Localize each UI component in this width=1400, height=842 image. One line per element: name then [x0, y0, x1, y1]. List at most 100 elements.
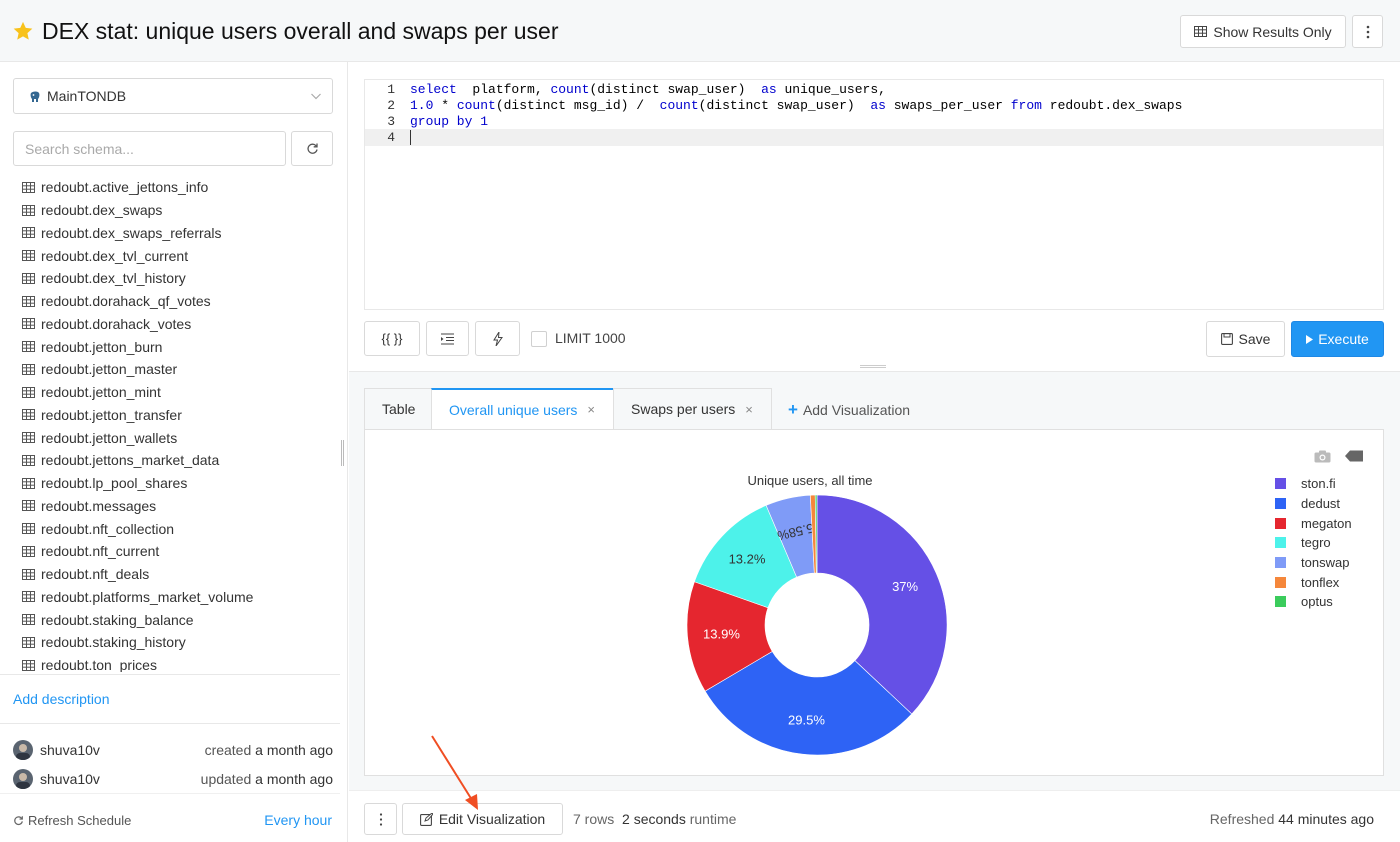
schema-table-item[interactable]: redoubt.messages — [22, 495, 340, 518]
schema-table-name: redoubt.nft_current — [41, 543, 160, 560]
add-parameter-button[interactable]: {{ }} — [364, 321, 420, 356]
divider — [0, 793, 340, 794]
schema-table-item[interactable]: redoubt.jetton_transfer — [22, 404, 340, 427]
schema-table-item[interactable]: redoubt.staking_balance — [22, 608, 340, 631]
refresh-schedule-link[interactable]: Every hour — [264, 812, 332, 828]
schema-table-item[interactable]: redoubt.dex_swaps_referrals — [22, 222, 340, 245]
schema-table-name: redoubt.staking_history — [41, 634, 186, 651]
visualization-more-button[interactable] — [364, 803, 397, 835]
chevron-down-icon — [311, 93, 321, 100]
schema-table-item[interactable]: redoubt.jetton_mint — [22, 381, 340, 404]
avatar — [13, 769, 33, 789]
vertical-ellipsis-icon — [379, 812, 382, 826]
legend-label: ston.fi — [1301, 476, 1336, 492]
legend-item[interactable]: optus — [1275, 592, 1352, 612]
legend-swatch — [1275, 596, 1286, 608]
divider — [0, 723, 340, 724]
page-title[interactable]: DEX stat: unique users overall and swaps… — [42, 16, 559, 46]
schema-table-name: redoubt.messages — [41, 497, 157, 514]
updated-by-row: shuva10v updated a month ago — [13, 768, 333, 790]
schema-table-item[interactable]: redoubt.dex_tvl_current — [22, 244, 340, 267]
schema-table-item[interactable]: redoubt.jetton_wallets — [22, 426, 340, 449]
sql-editor[interactable]: 1 select platform, count(distinct swap_u… — [364, 79, 1384, 310]
table-icon — [22, 409, 35, 421]
search-schema-input[interactable] — [13, 131, 286, 166]
schema-table-item[interactable]: redoubt.staking_history — [22, 631, 340, 654]
schema-table-item[interactable]: redoubt.active_jettons_info — [22, 176, 340, 199]
schema-table-item[interactable]: redoubt.jetton_burn — [22, 335, 340, 358]
legend-label: optus — [1301, 594, 1333, 610]
schema-table-item[interactable]: redoubt.nft_deals — [22, 563, 340, 586]
add-visualization-button[interactable]: + Add Visualization — [788, 400, 910, 420]
schema-table-name: redoubt.lp_pool_shares — [41, 475, 188, 492]
code-line: 1 select platform, count(distinct swap_u… — [387, 82, 886, 97]
schema-table-item[interactable]: redoubt.nft_collection — [22, 517, 340, 540]
schema-table-item[interactable]: redoubt.ton_prices — [22, 654, 340, 672]
sidebar-resize-handle[interactable] — [341, 440, 344, 466]
created-by-user: shuva10v — [40, 742, 100, 758]
refreshed-status: Refreshed 44 minutes ago — [1209, 811, 1374, 827]
table-icon — [22, 181, 35, 193]
close-tab-icon[interactable]: × — [587, 402, 595, 417]
favorite-star-icon[interactable] — [12, 20, 34, 42]
schema-table-name: redoubt.dex_swaps — [41, 202, 163, 219]
schema-table-item[interactable]: redoubt.jettons_market_data — [22, 449, 340, 472]
table-icon — [22, 363, 35, 375]
tab-label: Table — [382, 401, 416, 417]
edit-visualization-button[interactable]: Edit Visualization — [402, 803, 563, 835]
tab-table[interactable]: Table — [364, 388, 432, 430]
show-results-only-label: Show Results Only — [1213, 23, 1332, 40]
edit-visualization-label: Edit Visualization — [438, 811, 546, 827]
table-icon — [22, 659, 35, 671]
execute-button[interactable]: Execute — [1291, 321, 1384, 357]
limit-checkbox[interactable] — [531, 331, 547, 347]
schema-table-name: redoubt.active_jettons_info — [41, 179, 209, 196]
data-source-select[interactable]: MainTONDB — [13, 78, 333, 114]
execute-label: Execute — [1318, 331, 1369, 347]
schema-table-name: redoubt.dorahack_votes — [41, 315, 192, 332]
code-line: 2 1.0 * count(distinct msg_id) / count(d… — [387, 98, 1183, 113]
schema-table-name: redoubt.jettons_market_data — [41, 452, 220, 469]
schema-table-item[interactable]: redoubt.platforms_market_volume — [22, 586, 340, 609]
schema-table-item[interactable]: redoubt.dorahack_qf_votes — [22, 290, 340, 313]
show-results-only-button[interactable]: Show Results Only — [1180, 15, 1346, 48]
refresh-schema-button[interactable] — [291, 131, 333, 166]
play-icon — [1306, 334, 1314, 344]
table-icon — [22, 636, 35, 648]
legend-swatch — [1275, 517, 1286, 529]
schema-table-item[interactable]: redoubt.dex_swaps — [22, 199, 340, 222]
tab-label: Overall unique users — [449, 401, 578, 418]
legend-item[interactable]: tonswap — [1275, 553, 1352, 573]
tab-overall-unique-users[interactable]: Overall unique users × — [431, 388, 614, 430]
close-tab-icon[interactable]: × — [745, 402, 753, 417]
table-icon — [22, 318, 35, 330]
legend-item[interactable]: megaton — [1275, 513, 1352, 533]
add-description-link[interactable]: Add description — [13, 691, 110, 707]
table-icon — [22, 341, 35, 353]
more-options-button[interactable] — [1352, 15, 1383, 48]
legend-item[interactable]: dedust — [1275, 494, 1352, 514]
tab-swaps-per-users[interactable]: Swaps per users × — [613, 388, 772, 430]
save-button[interactable]: Save — [1206, 321, 1285, 357]
edit-icon — [419, 812, 433, 826]
legend-item[interactable]: ston.fi — [1275, 474, 1352, 494]
legend-item[interactable]: tonflex — [1275, 572, 1352, 592]
divider — [0, 674, 340, 675]
schema-table-item[interactable]: redoubt.lp_pool_shares — [22, 472, 340, 495]
schema-table-item[interactable]: redoubt.dorahack_votes — [22, 313, 340, 336]
table-icon — [22, 500, 35, 512]
refresh-icon — [14, 816, 23, 825]
schema-table-item[interactable]: redoubt.jetton_master — [22, 358, 340, 381]
legend-swatch — [1275, 537, 1286, 549]
legend-label: tegro — [1301, 535, 1331, 551]
updated-when: updated a month ago — [200, 771, 333, 787]
legend-item[interactable]: tegro — [1275, 533, 1352, 553]
editor-resizer[interactable] — [349, 360, 1400, 372]
chart-legend: ston.fi dedust megaton tegro tonswap tonflex o… — [1275, 474, 1352, 612]
autocomplete-toggle-button[interactable] — [475, 321, 520, 356]
schema-table-item[interactable]: redoubt.dex_tvl_history — [22, 267, 340, 290]
schema-table-name: redoubt.staking_balance — [41, 611, 194, 628]
schema-table-item[interactable]: redoubt.nft_current — [22, 540, 340, 563]
format-query-button[interactable] — [426, 321, 469, 356]
table-icon — [22, 250, 35, 262]
